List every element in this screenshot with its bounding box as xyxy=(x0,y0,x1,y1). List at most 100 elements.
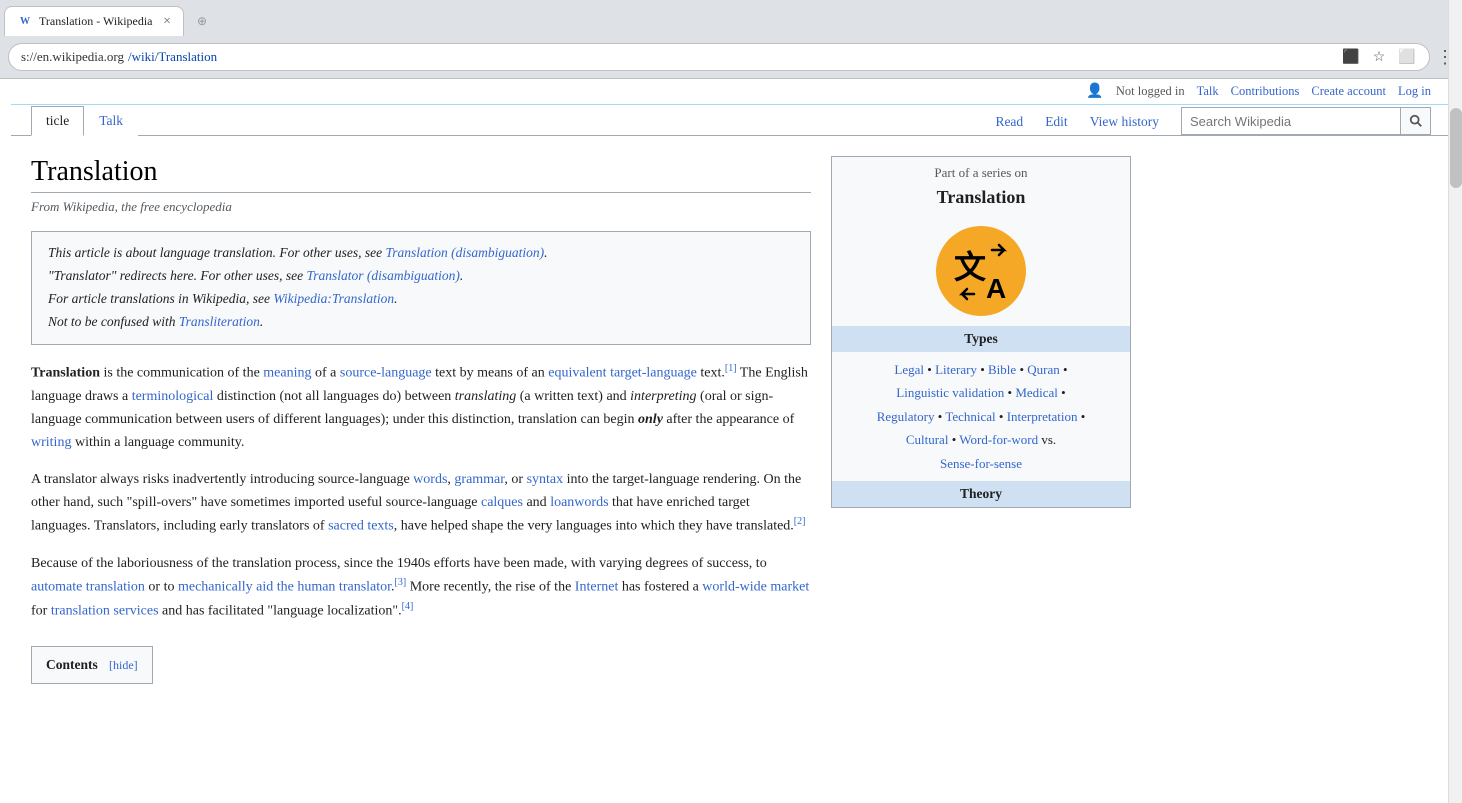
wiki-page: 👤 Not logged in Talk Contributions Creat… xyxy=(11,79,1451,704)
type-sense-for-sense[interactable]: Sense-for-sense xyxy=(940,456,1022,471)
type-linguistic-validation[interactable]: Linguistic validation xyxy=(896,385,1004,400)
nav-actions: Read Edit View history xyxy=(985,107,1431,135)
article-paragraph-3: Because of the laboriousness of the tran… xyxy=(31,552,811,623)
hatnote-line2: "Translator" redirects here. For other u… xyxy=(48,265,794,288)
address-bar-row: s://en.wikipedia.org/wiki/Translation ⬛ … xyxy=(0,36,1462,78)
sidebar-box: Part of a series on Translation 文 xyxy=(831,156,1131,684)
type-medical[interactable]: Medical xyxy=(1015,385,1058,400)
link-calques[interactable]: calques xyxy=(481,495,523,510)
contents-box: Contents [hide] xyxy=(31,646,153,684)
tab-title: Translation - Wikipedia xyxy=(39,14,157,29)
type-regulatory[interactable]: Regulatory xyxy=(877,409,935,424)
link-syntax[interactable]: syntax xyxy=(527,472,564,487)
user-icon: 👤 xyxy=(1086,83,1103,100)
link-world-wide-market[interactable]: world-wide market xyxy=(702,579,809,594)
nav-edit[interactable]: Edit xyxy=(1035,108,1078,136)
tab-talk[interactable]: Talk xyxy=(84,106,138,136)
tab-article[interactable]: ticle xyxy=(31,106,84,136)
link-words[interactable]: words xyxy=(413,472,447,487)
link-mechanically-aid[interactable]: mechanically aid the human translator xyxy=(178,579,391,594)
svg-text:A: A xyxy=(986,273,1006,304)
cast-icon[interactable]: ⬜ xyxy=(1397,47,1417,67)
hatnote-link-transliteration[interactable]: Transliteration xyxy=(179,314,260,329)
scrollbar-thumb[interactable] xyxy=(1450,108,1462,188)
link-equivalent-target-language[interactable]: equivalent target-language xyxy=(548,365,697,380)
scrollbar[interactable] xyxy=(1448,0,1462,803)
link-sacred-texts[interactable]: sacred texts xyxy=(328,519,394,534)
hatnote-line3: For article translations in Wikipedia, s… xyxy=(48,288,794,311)
hatnote-line4: Not to be confused with Transliteration. xyxy=(48,311,794,334)
type-literary[interactable]: Literary xyxy=(935,362,977,377)
nav-view-history[interactable]: View history xyxy=(1080,108,1169,136)
contents-title: Contents xyxy=(46,657,98,672)
hatnote-line1: This article is about language translati… xyxy=(48,242,794,265)
contents-hide-link[interactable]: [hide] xyxy=(109,658,138,672)
cite-2[interactable]: [2] xyxy=(794,516,806,527)
hatnote-link-translator-disambiguation[interactable]: Translator (disambiguation) xyxy=(306,268,459,283)
infobox-image: 文 A xyxy=(832,216,1130,326)
hatnote-link-wikipedia-translation[interactable]: Wikipedia:Translation xyxy=(273,291,394,306)
italic-translating: translating xyxy=(455,389,516,404)
type-bible[interactable]: Bible xyxy=(988,362,1016,377)
hatnote-box: This article is about language translati… xyxy=(31,231,811,345)
nav-tabs-left: ticle Talk xyxy=(31,105,138,135)
link-source-language[interactable]: source-language xyxy=(340,365,432,380)
link-translation-services[interactable]: translation services xyxy=(51,603,159,618)
nav-read[interactable]: Read xyxy=(985,108,1033,136)
link-automate-translation[interactable]: automate translation xyxy=(31,579,145,594)
infobox-types: Legal • Literary • Bible • Quran • Lingu… xyxy=(832,352,1130,481)
link-loanwords[interactable]: loanwords xyxy=(550,495,608,510)
infobox: Part of a series on Translation 文 xyxy=(831,156,1131,508)
type-quran[interactable]: Quran xyxy=(1027,362,1060,377)
address-scheme: s://en.wikipedia.org xyxy=(21,49,124,65)
address-icons: ⬛ ☆ ⬜ xyxy=(1341,47,1417,67)
tab-favicon: W xyxy=(17,14,33,30)
page-title: Translation xyxy=(31,156,811,193)
article-paragraph-1: Translation is the communication of the … xyxy=(31,361,811,454)
create-account-link[interactable]: Create account xyxy=(1311,84,1386,99)
main-content: Translation From Wikipedia, the free enc… xyxy=(31,156,811,684)
from-wiki: From Wikipedia, the free encyclopedia xyxy=(31,199,811,215)
link-internet[interactable]: Internet xyxy=(575,579,619,594)
link-grammar[interactable]: grammar xyxy=(454,472,504,487)
tab-close-button[interactable]: × xyxy=(163,14,171,30)
address-bar[interactable]: s://en.wikipedia.org/wiki/Translation ⬛ … xyxy=(8,43,1430,71)
talk-link[interactable]: Talk xyxy=(1197,84,1219,99)
infobox-types-header: Types xyxy=(832,326,1130,352)
inactive-tab[interactable]: ⊕ xyxy=(184,6,364,36)
only-text: only xyxy=(638,412,663,427)
type-interpretation[interactable]: Interpretation xyxy=(1007,409,1078,424)
search-input[interactable] xyxy=(1181,107,1401,135)
link-meaning[interactable]: meaning xyxy=(263,365,311,380)
content-wrapper: Translation From Wikipedia, the free enc… xyxy=(11,136,1451,704)
article-nav: ticle Talk Read Edit View history xyxy=(11,105,1451,136)
not-logged-in-text: Not logged in xyxy=(1116,84,1185,99)
browser-chrome: W Translation - Wikipedia × ⊕ s://en.wik… xyxy=(0,0,1462,79)
cite-3[interactable]: [3] xyxy=(395,577,407,588)
tab-bar: W Translation - Wikipedia × ⊕ xyxy=(0,0,1462,36)
cite-4[interactable]: [4] xyxy=(402,601,414,612)
translation-svg-icon: 文 A xyxy=(946,236,1016,306)
link-writing[interactable]: writing xyxy=(31,435,71,450)
type-cultural[interactable]: Cultural xyxy=(906,432,949,447)
translation-icon: 文 A xyxy=(936,226,1026,316)
translate-icon[interactable]: ⬛ xyxy=(1341,47,1361,67)
user-bar: 👤 Not logged in Talk Contributions Creat… xyxy=(11,79,1451,105)
bookmark-icon[interactable]: ☆ xyxy=(1369,47,1389,67)
type-technical[interactable]: Technical xyxy=(945,409,995,424)
infobox-part-series: Part of a series on xyxy=(832,157,1130,185)
type-word-for-word[interactable]: Word-for-word xyxy=(959,432,1038,447)
search-button[interactable] xyxy=(1401,107,1431,135)
log-in-link[interactable]: Log in xyxy=(1398,84,1431,99)
contributions-link[interactable]: Contributions xyxy=(1231,84,1300,99)
cite-1[interactable]: [1] xyxy=(725,363,737,374)
infobox-title: Translation xyxy=(832,185,1130,216)
hatnote-link-translation-disambiguation[interactable]: Translation (disambiguation) xyxy=(386,245,545,260)
article-paragraph-2: A translator always risks inadvertently … xyxy=(31,468,811,538)
link-terminological[interactable]: terminological xyxy=(132,389,214,404)
active-tab[interactable]: W Translation - Wikipedia × xyxy=(4,6,184,36)
svg-text:文: 文 xyxy=(954,249,986,285)
bold-translation: Translation xyxy=(31,365,100,380)
search-box xyxy=(1181,107,1431,135)
type-legal[interactable]: Legal xyxy=(894,362,924,377)
